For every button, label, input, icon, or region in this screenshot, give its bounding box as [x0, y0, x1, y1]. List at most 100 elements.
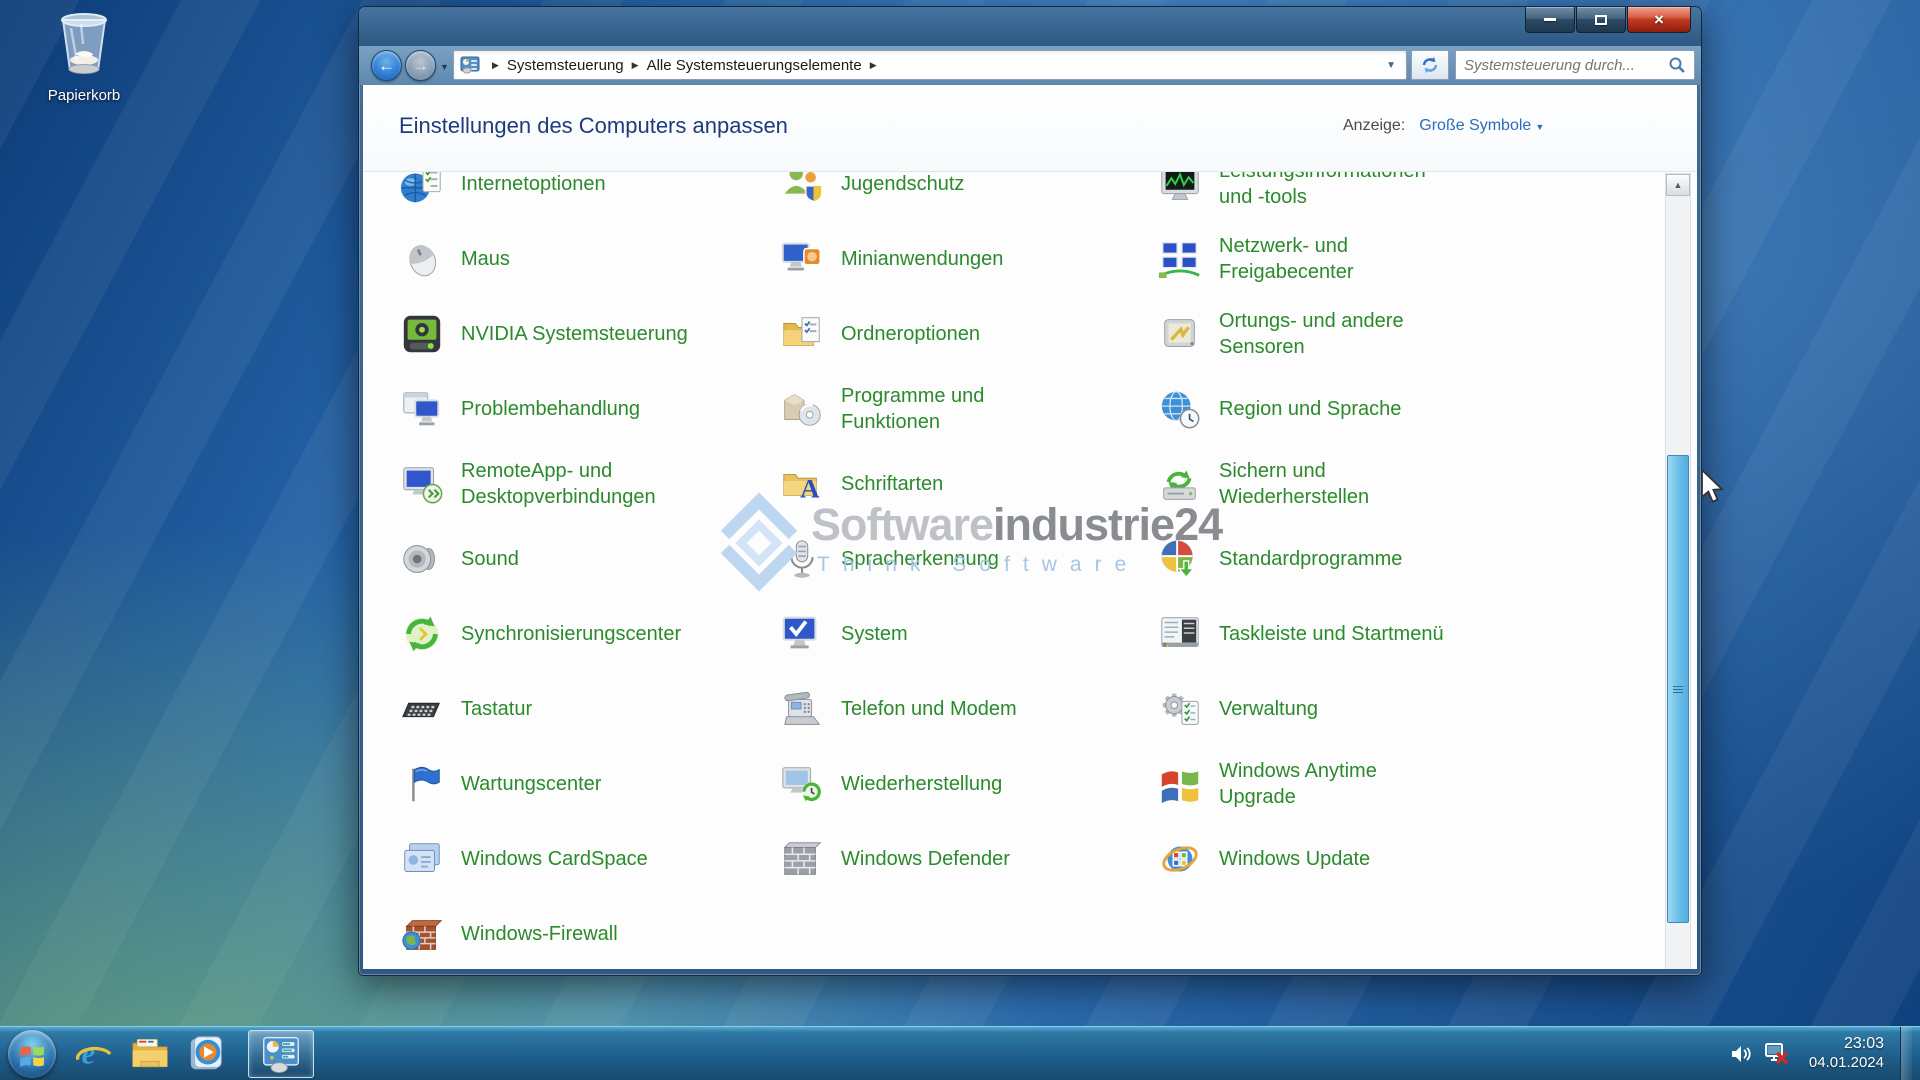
window-titlebar[interactable]: [359, 7, 1701, 46]
control-panel-item-label: Windows Update: [1219, 846, 1370, 872]
scrollbar-thumb[interactable]: [1667, 455, 1689, 923]
show-desktop-button[interactable]: [1900, 1027, 1912, 1080]
breadcrumb: ▶ Systemsteuerung ▶ Alle Systemsteuerungsel…: [484, 57, 885, 74]
control-panel-item-label: Problembehandlung: [461, 396, 640, 422]
control-panel-item[interactable]: RemoteApp- und Desktopverbindungen: [399, 446, 779, 521]
control-panel-item[interactable]: Problembehandlung: [399, 371, 779, 446]
control-panel-item[interactable]: Telefon und Modem: [779, 671, 1157, 746]
control-panel-item[interactable]: Leistungsinformationen und -tools: [1157, 171, 1697, 221]
control-panel-item-label: Sound: [461, 546, 519, 572]
control-panel-item[interactable]: Ortungs- und andere Sensoren: [1157, 296, 1697, 371]
maximize-icon: [1595, 15, 1607, 25]
control-panel-item-label: Internetoptionen: [461, 171, 606, 197]
control-panel-item-label: Standardprogramme: [1219, 546, 1402, 572]
search-input[interactable]: [1464, 57, 1668, 74]
control-panel-item-label: Schriftarten: [841, 471, 943, 497]
control-panel-item[interactable]: Region und Sprache: [1157, 371, 1697, 446]
gadgets-icon: [779, 236, 825, 282]
taskbar-media-player[interactable]: [185, 1030, 227, 1078]
control-panel-item[interactable]: Synchronisierungscenter: [399, 596, 779, 671]
address-bar[interactable]: ▶ Systemsteuerung ▶ Alle Systemsteuerungsel…: [453, 50, 1407, 80]
control-panel-item[interactable]: Jugendschutz: [779, 171, 1157, 221]
control-panel-item[interactable]: Sichern und Wiederherstellen: [1157, 446, 1697, 521]
control-panel-item-label: Netzwerk- und Freigabecenter: [1219, 233, 1354, 285]
history-dropdown[interactable]: ▼: [440, 62, 449, 72]
view-dropdown-icon[interactable]: ▼: [1535, 122, 1544, 132]
search-icon: [1668, 56, 1686, 74]
desktop: Papierkorb × ← → ▼ ▶ Systemsteuerung ▶ Alle…: [0, 0, 1920, 1080]
recycle-bin-label: Papierkorb: [38, 87, 130, 104]
back-button[interactable]: ←: [371, 50, 402, 81]
control-panel-item[interactable]: Netzwerk- und Freigabecenter: [1157, 221, 1697, 296]
control-panel-item[interactable]: Windows Update: [1157, 821, 1697, 896]
control-panel-item-label: Windows Defender: [841, 846, 1010, 872]
view-selector[interactable]: Große Symbole: [1419, 117, 1531, 134]
control-panel-item[interactable]: System: [779, 596, 1157, 671]
network-icon: [1157, 236, 1203, 282]
control-panel-header: Einstellungen des Computers anpassen Anz…: [363, 85, 1697, 171]
minimize-button[interactable]: [1525, 7, 1575, 33]
control-panel-item[interactable]: Minianwendungen: [779, 221, 1157, 296]
control-panel-item[interactable]: Tastatur: [399, 671, 779, 746]
control-panel-item[interactable]: Windows CardSpace: [399, 821, 779, 896]
windows-explorer-icon: [130, 1035, 170, 1073]
control-panel-item[interactable]: Standardprogramme: [1157, 521, 1697, 596]
control-panel-item-label: RemoteApp- und Desktopverbindungen: [461, 458, 656, 510]
taskbar-internet-explorer[interactable]: e: [73, 1030, 115, 1078]
control-panel-item[interactable]: Verwaltung: [1157, 671, 1697, 746]
control-panel-item-label: Ortungs- und andere Sensoren: [1219, 308, 1404, 360]
recycle-bin[interactable]: Papierkorb: [38, 8, 130, 104]
breadcrumb-segment[interactable]: Systemsteuerung: [507, 57, 624, 74]
control-panel-item[interactable]: Windows Anytime Upgrade: [1157, 746, 1697, 821]
control-panel-item[interactable]: Programme und Funktionen: [779, 371, 1157, 446]
volume-icon[interactable]: [1729, 1042, 1753, 1066]
page-title: Einstellungen des Computers anpassen: [399, 113, 788, 139]
control-panel-item[interactable]: NVIDIA Systemsteuerung: [399, 296, 779, 371]
sync-icon: [399, 611, 445, 657]
sound-icon: [399, 536, 445, 582]
scroll-up-button[interactable]: ▲: [1666, 174, 1690, 196]
control-panel-item[interactable]: Taskleiste und Startmenü: [1157, 596, 1697, 671]
items-viewport: Internetoptionen JugendschutzLeistungsinf…: [363, 171, 1697, 963]
control-panel-item-label: Windows Anytime Upgrade: [1219, 758, 1377, 810]
start-button[interactable]: [8, 1030, 56, 1078]
breadcrumb-separator-icon: ▶: [870, 60, 877, 71]
anytime-upgrade-icon: [1157, 761, 1203, 807]
phone-icon: [779, 686, 825, 732]
windows-update-icon: [1157, 836, 1203, 882]
control-panel-item[interactable]: Windows Defender: [779, 821, 1157, 896]
clock-date: 04.01.2024: [1809, 1054, 1884, 1073]
forward-button[interactable]: →: [405, 50, 436, 81]
control-panel-item[interactable]: Windows-Firewall: [399, 896, 779, 963]
internet-icon: [399, 171, 445, 207]
refresh-button[interactable]: [1411, 50, 1449, 80]
recovery-icon: [779, 761, 825, 807]
control-panel-window-icon: [261, 1034, 301, 1074]
control-panel-item[interactable]: Wartungscenter: [399, 746, 779, 821]
control-panel-item-label: Windows-Firewall: [461, 921, 618, 947]
control-panel-item[interactable]: Wiederherstellung: [779, 746, 1157, 821]
maximize-button[interactable]: [1576, 7, 1626, 33]
default-programs-icon: [1157, 536, 1203, 582]
control-panel-item[interactable]: Internetoptionen: [399, 171, 779, 221]
control-panel-item[interactable]: Sound: [399, 521, 779, 596]
taskbar-active-control-panel[interactable]: [248, 1030, 314, 1078]
network-disconnected-icon[interactable]: [1763, 1041, 1791, 1067]
breadcrumb-separator-icon: ▶: [492, 60, 499, 71]
keyboard-icon: [399, 686, 445, 732]
breadcrumb-segment[interactable]: Alle Systemsteuerungselemente: [647, 57, 862, 74]
control-panel-item-label: Maus: [461, 246, 510, 272]
svg-text:e: e: [82, 1036, 96, 1070]
mouse-icon: [399, 236, 445, 282]
control-panel-item[interactable]: Ordneroptionen: [779, 296, 1157, 371]
address-dropdown-icon[interactable]: ▼: [1382, 60, 1400, 71]
control-panel-item-label: Telefon und Modem: [841, 696, 1017, 722]
recycle-bin-icon: [51, 8, 117, 80]
taskbar-windows-explorer[interactable]: [129, 1030, 171, 1078]
control-panel-item[interactable]: Spracherkennung: [779, 521, 1157, 596]
sensors-icon: [1157, 311, 1203, 357]
control-panel-item[interactable]: Schriftarten: [779, 446, 1157, 521]
close-button[interactable]: ×: [1627, 7, 1691, 33]
taskbar-clock[interactable]: 23:03 04.01.2024: [1809, 1034, 1884, 1073]
control-panel-item[interactable]: Maus: [399, 221, 779, 296]
